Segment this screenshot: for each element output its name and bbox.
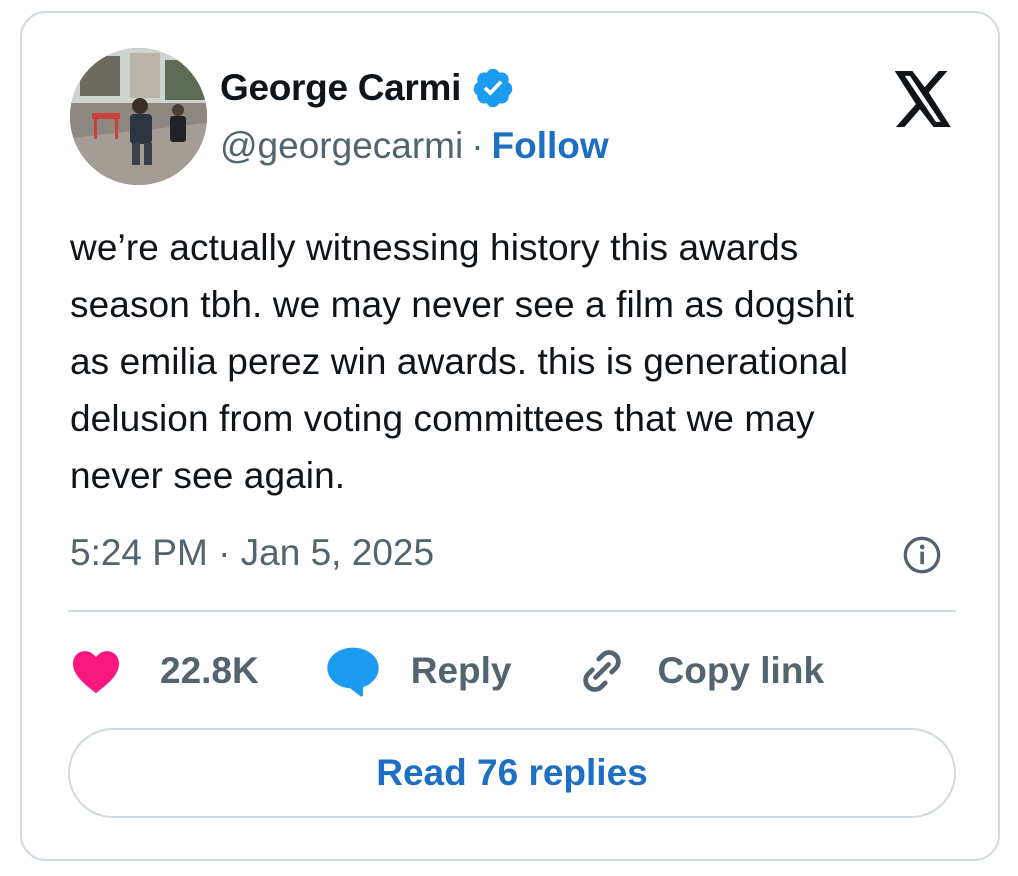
verified-badge-icon — [473, 68, 513, 108]
x-logo-icon[interactable] — [892, 71, 954, 127]
follow-button[interactable]: Follow — [492, 125, 609, 167]
action-bar: 22.8K Reply Copy link — [70, 643, 824, 699]
heart-icon — [73, 651, 119, 694]
reply-button[interactable]: Reply — [325, 645, 512, 697]
reply-bubble-icon — [327, 647, 379, 697]
tweet-text: we’re actually witnessing history this a… — [70, 227, 855, 496]
read-replies-button[interactable]: Read 76 replies — [68, 728, 956, 818]
copy-link-button[interactable]: Copy link — [576, 645, 825, 697]
tweet-card: George Carmi @georgecarmi · Follow we’re… — [20, 11, 1000, 861]
author-handle-row: @georgecarmi · Follow — [220, 123, 609, 169]
like-count: 22.8K — [160, 650, 259, 691]
info-icon[interactable] — [902, 535, 942, 575]
author-handle[interactable]: @georgecarmi — [220, 125, 463, 167]
avatar[interactable] — [70, 48, 207, 185]
reply-label: Reply — [410, 650, 512, 691]
avatar-photo — [70, 48, 207, 185]
author-display-name[interactable]: George Carmi — [220, 67, 461, 109]
separator-dot: · — [471, 125, 484, 166]
link-icon — [582, 650, 621, 692]
tweet-timestamp[interactable]: 5:24 PM · Jan 5, 2025 — [70, 529, 434, 577]
copy-link-label: Copy link — [657, 650, 825, 691]
author-name-row: George Carmi — [220, 65, 515, 111]
like-button[interactable]: 22.8K — [70, 648, 259, 694]
divider — [68, 610, 956, 612]
